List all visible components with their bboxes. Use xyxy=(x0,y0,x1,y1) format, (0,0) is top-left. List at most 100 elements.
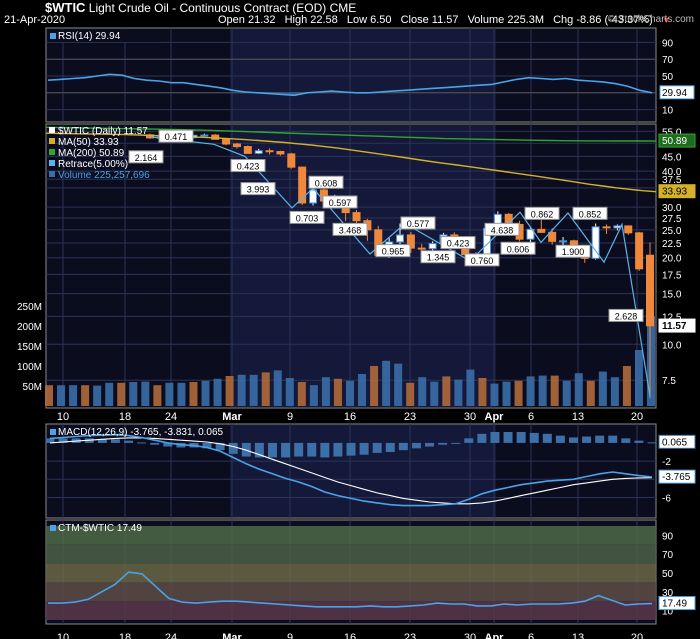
volume-bar xyxy=(141,381,150,406)
price-legend-entry: Volume 225,257,696 xyxy=(58,170,150,181)
volume-bar xyxy=(273,370,282,406)
retrace-label: 0.852 xyxy=(579,209,602,219)
volume-bar xyxy=(213,378,222,406)
macd-histogram-bar xyxy=(398,442,408,451)
volume-tick-label: 150M xyxy=(17,342,42,353)
x-axis-label: 18 xyxy=(119,632,131,639)
volume-bar xyxy=(358,374,367,406)
ctm-tick-label: 70 xyxy=(662,550,674,561)
price-legend-swatch xyxy=(49,127,55,133)
retrace-label: 0.608 xyxy=(315,178,338,188)
x-axis-label: Apr xyxy=(485,632,505,639)
x-axis-label: 18 xyxy=(119,411,131,423)
price-legend-entry: MA(50) 33.93 xyxy=(58,137,119,148)
volume-bar xyxy=(57,385,66,406)
retrace-label: 0.423 xyxy=(237,162,260,172)
price-tick-label: 30.0 xyxy=(662,203,682,214)
macd-histogram-bar xyxy=(333,442,343,457)
macd-histogram-bar xyxy=(294,442,304,457)
price-tick-label: 10.0 xyxy=(662,340,682,351)
x-axis-label: Apr xyxy=(485,411,505,423)
macd-histogram-bar xyxy=(542,433,552,443)
macd-tick-label: -2 xyxy=(662,457,671,468)
candle-body xyxy=(559,240,568,243)
x-axis-label: 6 xyxy=(528,632,534,639)
macd-tick-label: -6 xyxy=(662,493,671,504)
macd-last-value: -3.765 xyxy=(662,472,691,483)
x-axis-label: 13 xyxy=(572,411,584,423)
macd-histogram-bar xyxy=(346,442,356,456)
candle-body xyxy=(232,143,241,148)
candle-body xyxy=(243,146,252,154)
candle-body xyxy=(352,212,361,222)
price-tick-label: 45.0 xyxy=(662,152,682,163)
macd-histogram-bar xyxy=(425,442,435,447)
x-axis-label: 20 xyxy=(631,411,643,423)
price-last-value-close: 11.57 xyxy=(662,321,687,332)
candle-body xyxy=(276,151,285,155)
candle-body xyxy=(265,150,274,153)
x-axis-label: 23 xyxy=(404,632,416,639)
x-axis-label: 9 xyxy=(287,411,293,423)
x-axis-label: 16 xyxy=(344,411,356,423)
price-tick-label: 25.0 xyxy=(662,226,682,237)
price-legend-entry: MA(200) 50.89 xyxy=(58,148,125,159)
candle-body xyxy=(396,234,404,243)
macd-hist-value: 0.065 xyxy=(662,437,687,448)
macd-histogram-bar xyxy=(411,442,421,449)
macd-histogram-bar xyxy=(110,439,120,443)
volume-bar xyxy=(249,374,258,406)
macd-histogram-bar xyxy=(647,442,657,444)
candle-body xyxy=(417,247,426,250)
volume-bar xyxy=(538,375,547,406)
macd-histogram-bar xyxy=(621,438,631,443)
macd-title: MACD(12,26,9) -3.765, -3.831, 0.065 xyxy=(58,427,224,438)
macd-histogram-bar xyxy=(582,436,592,443)
macd-histogram-bar xyxy=(464,438,474,443)
volume-bar xyxy=(81,385,90,406)
volume-bar xyxy=(105,382,114,406)
retrace-label: 0.606 xyxy=(507,244,530,254)
volume-bar xyxy=(93,385,102,406)
macd-histogram-bar xyxy=(634,440,644,443)
retrace-label: 1.900 xyxy=(562,247,585,257)
retrace-label: 0.862 xyxy=(531,209,554,219)
volume-bar xyxy=(502,381,511,406)
volume-bar xyxy=(346,380,354,406)
x-axis-label: 24 xyxy=(165,411,177,423)
volume-bar xyxy=(333,378,342,406)
volume-bar xyxy=(478,378,487,406)
rsi-title: RSI(14) 29.94 xyxy=(58,31,121,42)
macd-histogram-bar xyxy=(595,435,605,443)
volume-bar xyxy=(225,376,234,406)
macd-histogram-bar xyxy=(150,442,160,445)
volume-bar xyxy=(69,385,78,406)
retrace-label: 0.577 xyxy=(407,219,430,229)
price-tick-label: 7.5 xyxy=(662,376,676,387)
volume-tick-label: 250M xyxy=(17,302,42,313)
price-last-value-ma50: 33.93 xyxy=(662,187,687,198)
volume-bar xyxy=(490,383,499,406)
volume-tick-label: 100M xyxy=(17,362,42,373)
candle-body xyxy=(602,226,611,229)
rsi-last-value: 29.94 xyxy=(662,88,687,99)
x-axis-label: 9 xyxy=(287,632,293,639)
ctm-band xyxy=(46,544,656,564)
volume-bar xyxy=(153,385,162,406)
macd-histogram-bar xyxy=(438,442,448,445)
x-axis-label: 20 xyxy=(631,632,643,639)
candle-body xyxy=(254,150,263,154)
x-axis-label: 23 xyxy=(404,411,416,423)
volume-bar xyxy=(321,377,330,406)
ctm-tick-label: 50 xyxy=(662,569,674,580)
volume-bar xyxy=(526,376,535,406)
macd-histogram-bar xyxy=(529,432,539,443)
macd-histogram-bar xyxy=(451,442,461,444)
ctm-last-value: 17.49 xyxy=(662,599,687,610)
volume-bar xyxy=(406,382,415,406)
x-axis-label: 13 xyxy=(572,632,584,639)
macd-histogram-bar xyxy=(568,437,578,443)
volume-bar xyxy=(634,350,643,406)
volume-bar xyxy=(261,372,270,406)
ctm-tick-label: 90 xyxy=(662,531,674,542)
